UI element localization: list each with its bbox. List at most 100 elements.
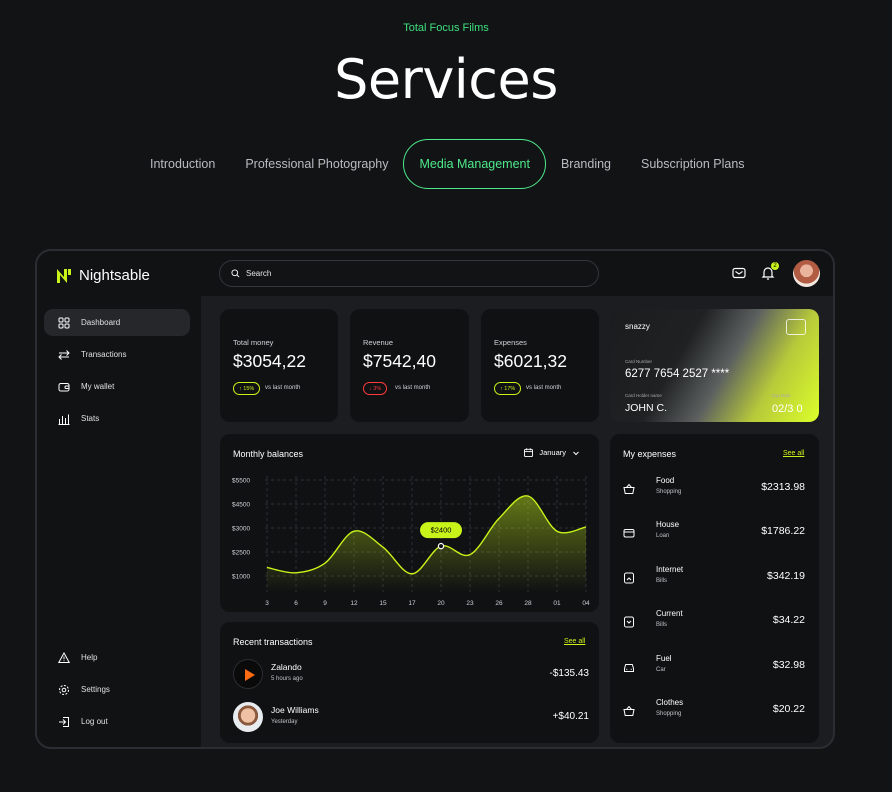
tab-media-management[interactable]: Media Management xyxy=(403,139,546,189)
tab-professional-photography[interactable]: Professional Photography xyxy=(230,139,403,189)
x-tick-label: 9 xyxy=(323,600,327,607)
transactions-see-all-link[interactable]: See all xyxy=(564,638,585,645)
expense-name: Internet xyxy=(656,565,684,574)
transaction-row[interactable]: Joe Williams Yesterday +$40.21 xyxy=(233,702,589,732)
warning-icon xyxy=(58,651,70,663)
sidebar-item-label: Transactions xyxy=(81,350,127,359)
expense-name: Food xyxy=(656,476,675,485)
page-title: Services xyxy=(334,48,558,111)
expense-row[interactable]: Clothes Shopping $20.22 xyxy=(623,698,805,728)
wallet-icon xyxy=(58,382,70,391)
expense-amount: $32.98 xyxy=(772,659,805,671)
notifications-button[interactable]: 2 xyxy=(760,262,779,281)
user-avatar[interactable] xyxy=(793,260,820,287)
credit-card[interactable]: snazzy Card Number 6277 7654 2527 **** C… xyxy=(610,309,819,422)
sidebar-item-label: Help xyxy=(81,653,98,662)
expense-row[interactable]: Fuel Car $32.98 xyxy=(623,654,805,684)
search-input[interactable] xyxy=(246,269,566,278)
expense-name: House xyxy=(656,520,680,529)
highlight-point[interactable] xyxy=(437,542,445,550)
sidebar-item-label: My wallet xyxy=(81,382,115,391)
y-tick-label: $1000 xyxy=(232,574,250,581)
card-chip-icon xyxy=(786,319,806,335)
expense-row[interactable]: Current Bills $34.22 xyxy=(623,609,805,639)
card-holder-label: Card Holder name xyxy=(625,393,662,398)
x-tick-label: 23 xyxy=(466,600,474,607)
sidebar-item-stats[interactable]: Stats xyxy=(44,405,190,432)
dashboard-preview: Nightsable 2 Dashboard Transactions My w… xyxy=(35,249,835,749)
transaction-row[interactable]: Zalando 5 hours ago -$135.43 xyxy=(233,659,589,689)
stat-label: Revenue xyxy=(363,338,394,347)
expense-category: Car xyxy=(656,667,666,673)
grid-icon xyxy=(58,317,70,328)
mail-icon[interactable] xyxy=(731,265,747,281)
x-tick-label: 6 xyxy=(294,600,298,607)
stat-value: $3054,22 xyxy=(233,351,306,371)
tab-introduction[interactable]: Introduction xyxy=(135,139,230,189)
sidebar-item-help[interactable]: Help xyxy=(44,644,190,671)
my-expenses-card: My expenses See all Food Shopping $2313.… xyxy=(610,434,819,743)
expense-row[interactable]: Food Shopping $2313.98 xyxy=(623,476,805,506)
app-logo[interactable]: Nightsable xyxy=(55,266,150,284)
x-tick-label: 26 xyxy=(495,600,503,607)
card-icon xyxy=(623,529,635,538)
x-tick-label: 3 xyxy=(265,600,269,607)
sidebar-item-label: Stats xyxy=(81,414,100,423)
comparison-note: vs last month xyxy=(265,385,301,391)
zalando-logo xyxy=(233,659,263,689)
expense-category: Bills xyxy=(656,578,668,584)
tab-branding[interactable]: Branding xyxy=(546,139,626,189)
expenses-see-all-link[interactable]: See all xyxy=(783,450,804,457)
transaction-time: Yesterday xyxy=(271,719,298,725)
card-number: 6277 7654 2527 **** xyxy=(625,368,730,380)
transaction-time: 5 hours ago xyxy=(271,676,303,682)
expense-category: Bills xyxy=(656,622,668,628)
sidebar-item-log-out[interactable]: Log out xyxy=(44,708,190,735)
tab-subscription-plans[interactable]: Subscription Plans xyxy=(626,139,760,189)
y-tick-label: $4500 xyxy=(232,502,250,509)
series-area xyxy=(267,495,586,592)
bill-icon xyxy=(624,616,634,628)
expense-amount: $1786.22 xyxy=(761,525,805,537)
stat-value: $7542,40 xyxy=(363,351,436,371)
sidebar-item-dashboard[interactable]: Dashboard xyxy=(44,309,190,336)
monthly-balances-card: Monthly balances January $5500 $4500 $3000… xyxy=(220,434,599,612)
expense-name: Current xyxy=(656,609,683,618)
expense-amount: $20.22 xyxy=(772,703,805,715)
expense-row[interactable]: House Loan $1786.22 xyxy=(623,520,805,550)
stat-card-expenses: Expenses $6021,32 ↑ 17% vs last month xyxy=(481,309,599,422)
expense-name: Clothes xyxy=(656,698,684,707)
expense-category: Shopping xyxy=(656,711,682,717)
expense-amount: $34.22 xyxy=(772,614,805,626)
search-bar[interactable] xyxy=(219,260,599,287)
y-tick-label: $5500 xyxy=(232,478,250,485)
transactions-title: Recent transactions xyxy=(233,637,313,647)
card-holder: JOHN C. xyxy=(625,402,667,414)
x-tick-label: 28 xyxy=(524,600,532,607)
expense-row[interactable]: Internet Bills $342.19 xyxy=(623,565,805,595)
notification-badge: 2 xyxy=(771,262,779,270)
sidebar-item-my-wallet[interactable]: My wallet xyxy=(44,373,190,400)
top-bar: Nightsable 2 xyxy=(37,251,833,296)
balance-area-chart: $5500 $4500 $3000 $2500 $1000 3 6 9 12 15 17 20 23 26… xyxy=(232,476,590,607)
sidebar-item-label: Dashboard xyxy=(81,318,121,327)
x-tick-label: 15 xyxy=(379,600,387,607)
sidebar-item-transactions[interactable]: Transactions xyxy=(44,341,190,368)
recent-transactions-card: Recent transactions See all Zalando 5 ho… xyxy=(220,622,599,743)
transaction-name: Joe Williams xyxy=(271,705,319,715)
y-tick-label: $3000 xyxy=(232,526,250,533)
x-tick-label: 01 xyxy=(553,600,561,607)
expense-name: Fuel xyxy=(656,654,672,663)
tooltip-label: $2400 xyxy=(431,526,452,535)
stat-label: Expenses xyxy=(494,338,527,347)
search-icon xyxy=(231,269,240,278)
x-tick-label: 12 xyxy=(350,600,358,607)
page-subtitle: Total Focus Films xyxy=(403,22,489,34)
x-tick-label: 04 xyxy=(582,600,590,607)
sidebar-item-label: Settings xyxy=(81,685,110,694)
expense-category: Shopping xyxy=(656,489,682,495)
stat-card-total-money: Total money $3054,22 ↑ 15% vs last month xyxy=(220,309,338,422)
sidebar-item-settings[interactable]: Settings xyxy=(44,676,190,703)
basket-icon xyxy=(623,483,635,494)
expense-amount: $342.19 xyxy=(767,570,805,582)
